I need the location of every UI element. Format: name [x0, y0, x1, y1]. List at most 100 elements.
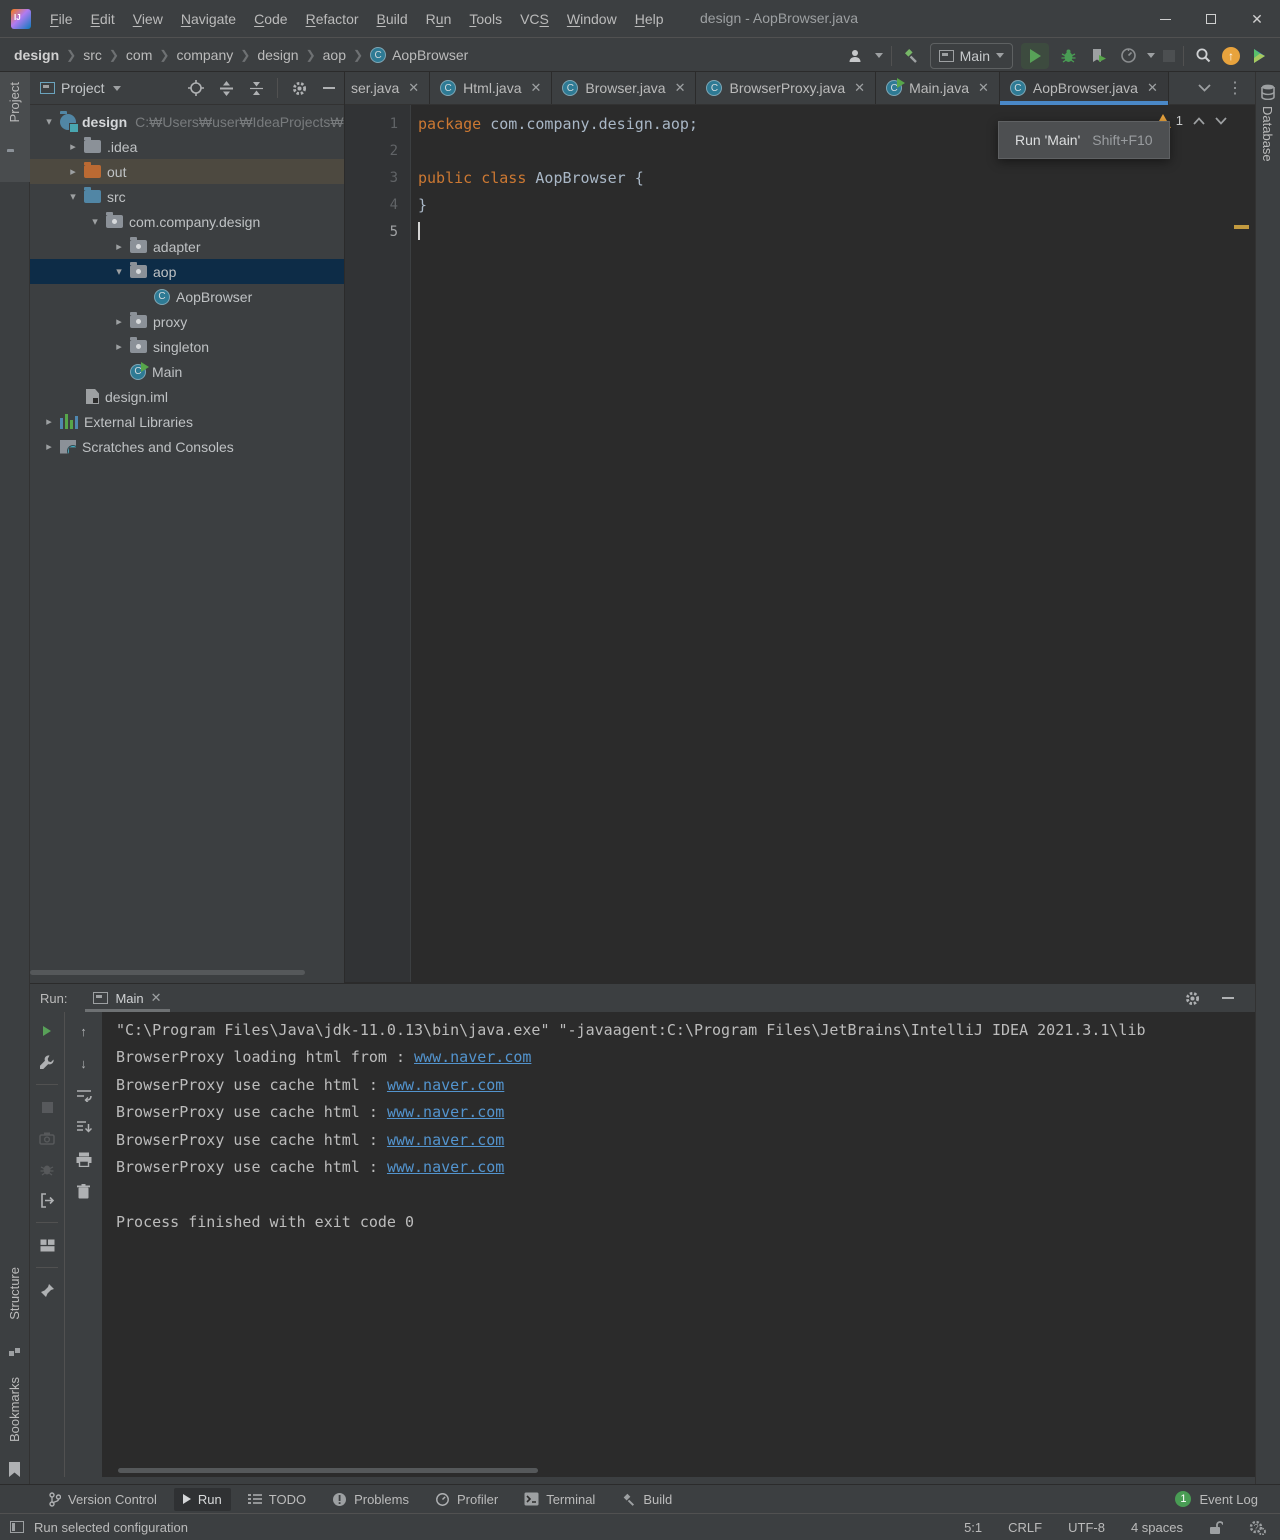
- tree-item-adapter[interactable]: ▸ adapter: [30, 234, 344, 259]
- tree-item-design-iml[interactable]: design.iml: [30, 384, 344, 409]
- toolwindow-version-control[interactable]: Version Control: [40, 1488, 166, 1511]
- toolwindow-event-log[interactable]: Event Log: [1199, 1492, 1258, 1507]
- settings-gear-icon[interactable]: [290, 79, 308, 97]
- user-dropdown-icon[interactable]: [874, 53, 883, 58]
- tree-item-aop[interactable]: ▾ aop: [30, 259, 344, 284]
- tree-item-idea[interactable]: ▸ .idea: [30, 134, 344, 159]
- clear-console-icon[interactable]: [73, 1180, 95, 1202]
- chevron-down-icon[interactable]: ▾: [62, 190, 84, 203]
- tree-item-src[interactable]: ▾ src: [30, 184, 344, 209]
- user-icon[interactable]: [845, 45, 867, 67]
- tab-aopbrowser-java[interactable]: C AopBrowser.java ✕: [999, 72, 1169, 105]
- run-button[interactable]: [1021, 42, 1049, 69]
- toolwindow-todo[interactable]: TODO: [239, 1488, 315, 1511]
- breadcrumb-src[interactable]: src: [83, 47, 102, 63]
- project-panel-title[interactable]: Project: [61, 80, 105, 96]
- tab-browser-java-truncated[interactable]: ser.java ✕: [345, 72, 431, 104]
- menu-tools[interactable]: Tools: [460, 7, 511, 31]
- stripe-database-tab[interactable]: Database: [1260, 106, 1275, 162]
- chevron-right-icon[interactable]: ▸: [62, 165, 84, 178]
- code-with-me-icon[interactable]: [1248, 45, 1270, 67]
- stripe-bookmarks-tab[interactable]: Bookmarks: [7, 1377, 22, 1442]
- tab-browser-java[interactable]: C Browser.java ✕: [552, 72, 697, 104]
- tree-item-package[interactable]: ▾ com.company.design: [30, 209, 344, 234]
- soft-wrap-icon[interactable]: [73, 1084, 95, 1106]
- up-stacktrace-icon[interactable]: ↑: [73, 1020, 95, 1042]
- chevron-right-icon[interactable]: ▸: [108, 240, 130, 253]
- tree-item-design[interactable]: ▾ design C:₩Users₩user₩IdeaProjects₩d: [30, 109, 344, 134]
- chevron-down-icon[interactable]: ▾: [108, 265, 130, 278]
- menu-refactor[interactable]: Refactor: [297, 7, 368, 31]
- run-console-output[interactable]: "C:\Program Files\Java\jdk-11.0.13\bin\j…: [102, 1012, 1255, 1477]
- toolwindow-run[interactable]: Run: [173, 1487, 231, 1511]
- structure-icon[interactable]: [8, 1344, 21, 1357]
- chevron-right-icon[interactable]: ▸: [38, 415, 60, 428]
- console-link[interactable]: www.naver.com: [414, 1048, 531, 1066]
- breadcrumb-design[interactable]: design: [14, 47, 59, 63]
- toolwindow-problems[interactable]: Problems: [323, 1488, 418, 1511]
- breadcrumb-com[interactable]: com: [126, 47, 152, 63]
- toolwindow-switcher-icon[interactable]: [10, 1521, 24, 1533]
- maximize-button[interactable]: [1188, 0, 1234, 38]
- chevron-down-icon[interactable]: ▾: [84, 215, 106, 228]
- lock-icon[interactable]: [1209, 1520, 1223, 1535]
- menu-build[interactable]: Build: [368, 7, 417, 31]
- help-gear-icon[interactable]: ?: [1249, 1520, 1266, 1535]
- chevron-down-icon[interactable]: ▾: [38, 115, 60, 128]
- breadcrumb-class[interactable]: AopBrowser: [392, 47, 468, 63]
- menu-code[interactable]: Code: [245, 7, 296, 31]
- caret-position[interactable]: 5:1: [964, 1520, 982, 1535]
- down-stacktrace-icon[interactable]: ↓: [73, 1052, 95, 1074]
- settings-gear-icon[interactable]: [1183, 989, 1201, 1007]
- exit-icon[interactable]: [36, 1189, 58, 1211]
- close-button[interactable]: ✕: [1234, 0, 1280, 38]
- close-tab-icon[interactable]: ✕: [1147, 80, 1158, 96]
- indent-setting[interactable]: 4 spaces: [1131, 1520, 1183, 1535]
- menu-file[interactable]: File: [41, 7, 82, 31]
- close-tab-icon[interactable]: ✕: [978, 80, 989, 96]
- toolwindow-terminal[interactable]: Terminal: [515, 1488, 604, 1511]
- locate-file-icon[interactable]: [187, 79, 205, 97]
- chevron-right-icon[interactable]: ▸: [38, 440, 60, 453]
- debug-button[interactable]: [1057, 45, 1079, 67]
- tree-item-scratches[interactable]: ▸ Scratches and Consoles: [30, 434, 344, 459]
- prev-warning-icon[interactable]: [1193, 116, 1205, 125]
- profiler-dropdown-icon[interactable]: [1147, 53, 1155, 58]
- line-ending[interactable]: CRLF: [1008, 1520, 1042, 1535]
- close-tab-icon[interactable]: ✕: [531, 80, 542, 96]
- coverage-button[interactable]: [1087, 45, 1109, 67]
- close-tab-icon[interactable]: ✕: [675, 80, 686, 96]
- tab-html-java[interactable]: C Html.java ✕: [430, 72, 553, 104]
- tab-main-java[interactable]: C Main.java ✕: [876, 72, 1000, 104]
- breadcrumb-aop[interactable]: aop: [323, 47, 346, 63]
- bookmark-icon[interactable]: [8, 1462, 21, 1477]
- tree-item-proxy[interactable]: ▸ proxy: [30, 309, 344, 334]
- tree-item-aopbrowser[interactable]: C AopBrowser: [30, 284, 344, 309]
- next-warning-icon[interactable]: [1215, 116, 1227, 125]
- collapse-all-icon[interactable]: [247, 79, 265, 97]
- menu-vcs[interactable]: VCS: [511, 7, 558, 31]
- build-hammer-icon[interactable]: [900, 45, 922, 67]
- scrollbar-warning-mark[interactable]: [1234, 225, 1249, 229]
- console-link[interactable]: www.naver.com: [387, 1158, 504, 1176]
- stripe-structure-tab[interactable]: Structure: [7, 1267, 22, 1320]
- menu-navigate[interactable]: Navigate: [172, 7, 245, 31]
- menu-window[interactable]: Window: [558, 7, 626, 31]
- run-config-selector[interactable]: Main: [929, 42, 1013, 69]
- tab-list-chevron-icon[interactable]: [1198, 84, 1211, 92]
- profiler-button[interactable]: [1117, 45, 1139, 67]
- scroll-to-end-icon[interactable]: [73, 1116, 95, 1138]
- run-tab-main[interactable]: Main ✕: [85, 984, 170, 1012]
- update-icon[interactable]: ↑: [1222, 46, 1240, 65]
- close-tab-icon[interactable]: ✕: [151, 990, 162, 1006]
- tree-item-external-libraries[interactable]: ▸ External Libraries: [30, 409, 344, 434]
- toolwindow-build[interactable]: Build: [612, 1488, 681, 1511]
- print-icon[interactable]: [73, 1148, 95, 1170]
- breadcrumb-design2[interactable]: design: [257, 47, 298, 63]
- menu-run[interactable]: Run: [417, 7, 461, 31]
- console-horizontal-scrollbar[interactable]: [118, 1468, 538, 1473]
- menu-edit[interactable]: Edit: [82, 7, 124, 31]
- console-link[interactable]: www.naver.com: [387, 1131, 504, 1149]
- editor-options-icon[interactable]: ⋮: [1227, 78, 1243, 98]
- breadcrumb-company[interactable]: company: [176, 47, 233, 63]
